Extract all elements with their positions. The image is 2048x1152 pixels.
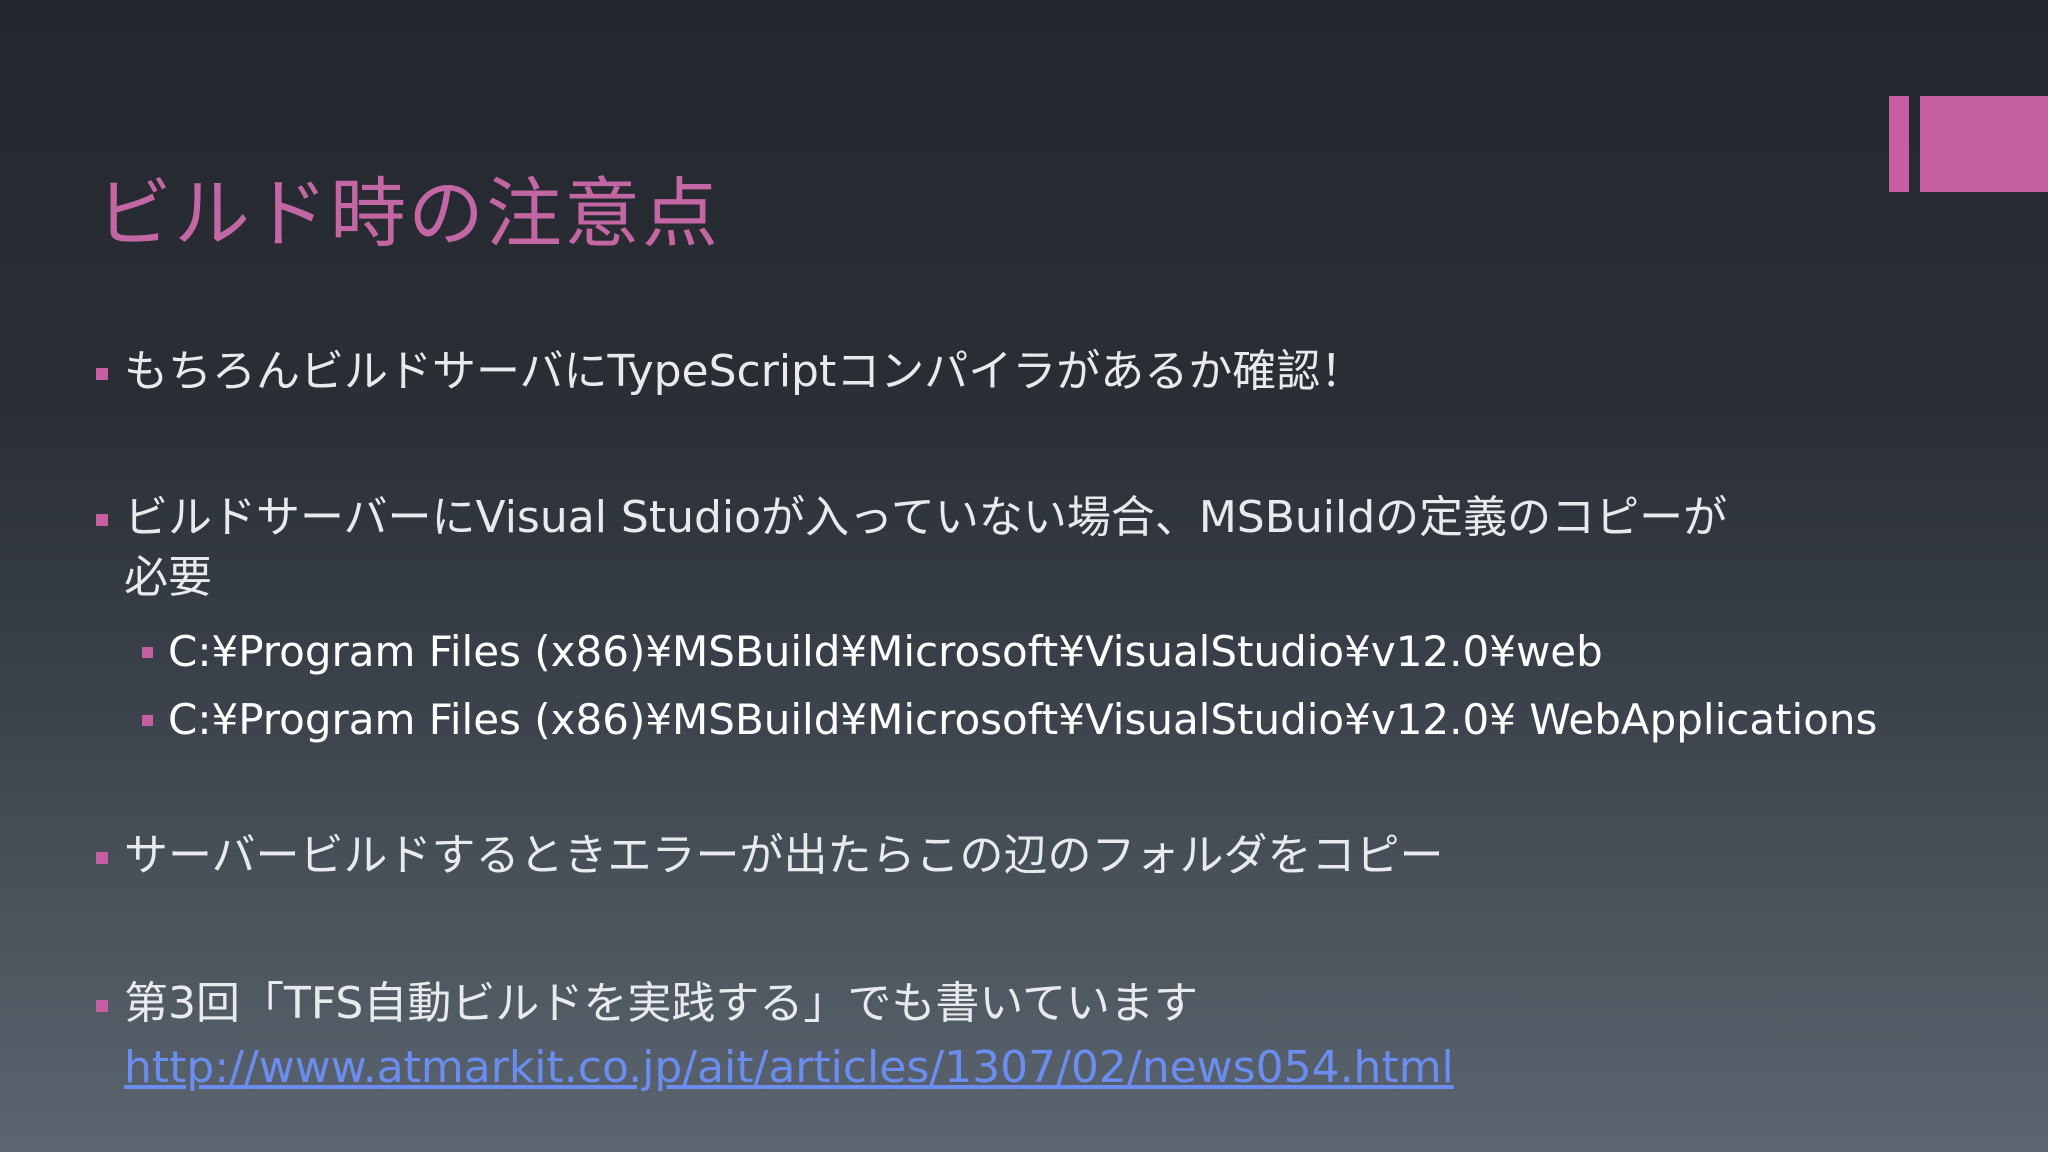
bullet-copy-folders: サーバービルドするときエラーが出たらこの辺のフォルダをコピー [96,826,1444,886]
bullet-reference-article: 第3回「TFS自動ビルドを実践する」でも書いています [95,974,1198,1034]
bullet-msbuild-copy: ビルドサーバーにVisual Studioが入っていない場合、MSBuildの定… [95,488,1727,548]
sub-bullet-webapplications-path: C:¥Program Files (x86)¥MSBuild¥Microsoft… [141,692,1877,748]
bullet-msbuild-copy-continuation: 必要 [124,552,212,603]
sub-bullet-web-path: C:¥Program Files (x86)¥MSBuild¥Microsoft… [142,624,1603,680]
accent-block [1920,96,2048,192]
bullet-typescript-check: もちろんビルドサーバにTypeScriptコンパイラがあるか確認！ [95,342,1364,402]
slide-title: ビルド時の注意点 [96,169,720,258]
article-link[interactable]: http://www.atmarkit.co.jp/ait/articles/1… [124,1038,1454,1098]
accent-bar [1889,96,1909,192]
